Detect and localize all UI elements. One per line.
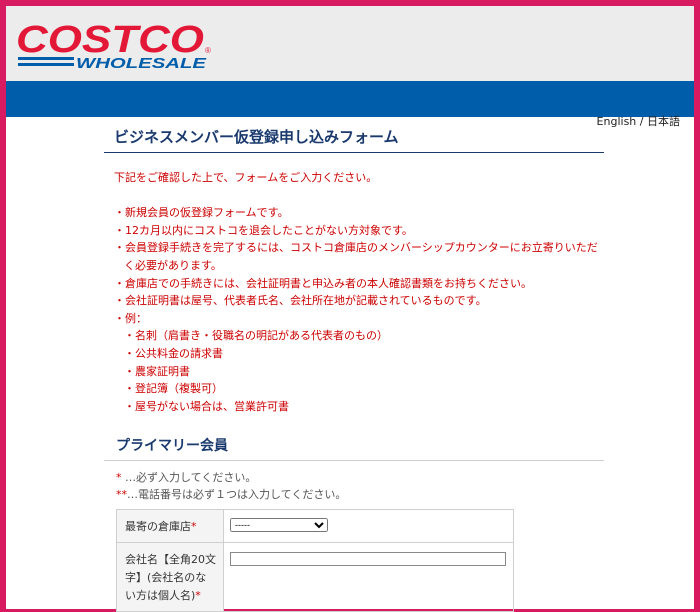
notice-intro: 下記をご確認した上で、フォームをご入力ください。 — [114, 171, 378, 184]
member-form-table: 最寄の倉庫店* ----- 会社名【全角20文字】(会社名のない方は個人名)* — [116, 509, 514, 612]
registered-mark: ® — [205, 46, 211, 55]
store-field-cell: ----- — [223, 509, 514, 544]
nearest-store-select[interactable]: ----- — [230, 518, 328, 533]
example-item: ・公共料金の請求書 — [124, 346, 223, 360]
example-item: ・農家証明書 — [124, 364, 190, 378]
legend-required-text: …必ず入力してください。 — [121, 471, 257, 485]
notice-item: ・12カ月以内にコストコを退会したことがない方対象です。 — [114, 223, 413, 237]
svg-text:WHOLESALE: WHOLESALE — [76, 55, 207, 72]
form-row-company: 会社名【全角20文字】(会社名のない方は個人名)* — [116, 542, 514, 612]
costco-logo[interactable]: COSTCO ® WHOLESALE — [14, 16, 214, 72]
phone-required-mark: ** — [116, 488, 127, 502]
page-title: ビジネスメンバー仮登録申し込みフォーム — [104, 126, 604, 153]
company-label: 会社名【全角20文字】(会社名のない方は個人名) — [125, 553, 216, 603]
legend-phone-text: …電話番号は必ず１つは入力してください。 — [127, 488, 347, 502]
notice-item: ・会社証明書は屋号、代表者氏名、会社所在地が記載されているものです。 — [114, 294, 487, 308]
required-mark: * — [191, 520, 197, 534]
example-item: ・登記簿（複製可） — [124, 382, 223, 396]
header-blue-bar — [6, 81, 694, 117]
example-item: ・名刺（肩書き・役職名の明記がある代表者のもの） — [124, 329, 388, 343]
site-header: COSTCO ® WHOLESALE — [6, 6, 694, 81]
language-switcher: English / 日本語 — [597, 113, 680, 129]
section-title-primary-member: プライマリー会員 — [104, 435, 604, 462]
main-content: ビジネスメンバー仮登録申し込みフォーム 下記をご確認した上で、フォームをご入力く… — [104, 126, 604, 612]
required-mark: * — [195, 589, 201, 603]
form-row-store: 最寄の倉庫店* ----- — [116, 509, 514, 544]
notice-item: ・新規会員の仮登録フォームです。 — [114, 206, 289, 220]
company-label-cell: 会社名【全角20文字】(会社名のない方は個人名)* — [116, 542, 224, 612]
notice-item: ・倉庫店での手続きには、会社証明書と申込み者の本人確認書類をお持ちください。 — [114, 276, 532, 290]
notice-item: ・例： — [114, 311, 147, 325]
company-name-input[interactable] — [230, 551, 506, 566]
notice-block: 下記をご確認した上で、フォームをご入力ください。 ・新規会員の仮登録フォームです… — [114, 169, 604, 415]
required-legend: * …必ず入力してください。 **…電話番号は必ず１つは入力してください。 — [116, 469, 604, 503]
lang-separator: / — [639, 115, 644, 128]
store-label-cell: 最寄の倉庫店* — [116, 509, 224, 544]
company-field-cell — [223, 542, 514, 612]
example-item: ・屋号がない場合は、営業許可書 — [124, 399, 289, 413]
store-label: 最寄の倉庫店 — [125, 520, 191, 534]
notice-item: ・会員登録手続きを完了するには、コストコ倉庫店のメンバーシップカウンターにお立寄… — [114, 241, 598, 272]
lang-japanese-link[interactable]: 日本語 — [647, 115, 680, 128]
